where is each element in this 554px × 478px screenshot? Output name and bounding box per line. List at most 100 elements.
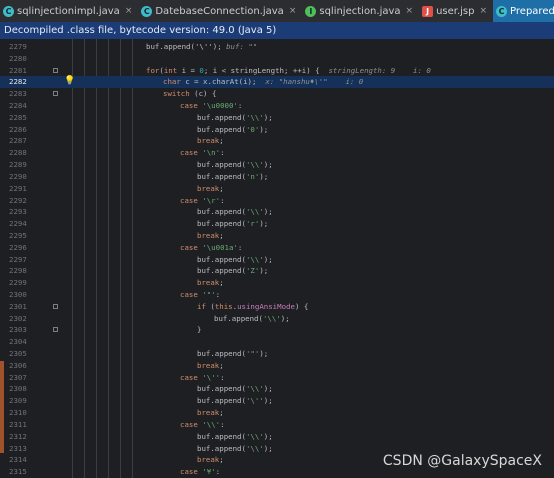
code-token: buf.append(: [197, 219, 246, 229]
code-token: ) {: [294, 301, 309, 311]
lightbulb-icon[interactable]: 💡: [64, 76, 75, 88]
code-token: '\\': [245, 384, 264, 394]
code-token: buf.append(: [197, 171, 246, 181]
line-number: 2308: [9, 384, 27, 394]
fold-marker-icon[interactable]: [53, 327, 58, 333]
fold-marker-icon[interactable]: [53, 91, 58, 97]
code-line[interactable]: 2290 buf.append('n');: [0, 171, 554, 183]
code-token: if: [197, 301, 206, 311]
code-line[interactable]: 2280: [0, 53, 554, 65]
code-line[interactable]: 2296 case '\u001a':: [0, 242, 554, 254]
close-icon[interactable]: ×: [125, 6, 133, 16]
code-token: );: [263, 396, 273, 406]
tab-label: PreparedStatement.class: [510, 5, 554, 17]
line-number: 2298: [9, 266, 27, 276]
code-line[interactable]: 2306 break;: [0, 360, 554, 372]
code-text: buf.append('\\');: [197, 112, 273, 124]
code-token: :: [215, 290, 221, 299]
tab-2[interactable]: Isqlinjection.java ×: [302, 0, 419, 22]
code-line[interactable]: 2304: [0, 336, 554, 348]
code-line[interactable]: 2307 case '\'':: [0, 372, 554, 384]
code-line[interactable]: 2288 case '\n':: [0, 147, 554, 159]
code-line[interactable]: 2281 for(int i = 0; i < stringLength; ++i…: [0, 65, 554, 77]
code-token: :: [237, 242, 243, 252]
code-editor[interactable]: 2279 buf.append('\''); buf: "" 2280 2281 for…: [0, 39, 554, 478]
code-token: (: [205, 301, 215, 311]
code-line[interactable]: 2283 switch (c) {: [0, 88, 554, 100]
tab-0[interactable]: Csqlinjectionimpl.java ×: [0, 0, 138, 22]
code-text: switch (c) {: [163, 88, 216, 100]
code-line[interactable]: 2308 buf.append('\\');: [0, 383, 554, 395]
fold-marker-icon[interactable]: [53, 303, 58, 309]
code-line[interactable]: 2285 buf.append('\\');: [0, 112, 554, 124]
code-token: buf.append(: [197, 431, 246, 441]
editor-tab-bar: Csqlinjectionimpl.java × C DatebaseConnecti…: [0, 0, 554, 23]
tab-1[interactable]: C DatebaseConnection.java ×: [138, 0, 302, 22]
java-class-icon: C: [141, 5, 153, 17]
close-icon[interactable]: ×: [406, 6, 414, 16]
code-line[interactable]: 2293 buf.append('\\');: [0, 206, 554, 218]
tab-3[interactable]: Juser.jsp ×: [419, 0, 493, 22]
tab-4[interactable]: CPreparedStatement.class×: [493, 0, 554, 22]
code-token: '\\': [245, 254, 264, 264]
line-number: 2302: [9, 313, 27, 323]
code-line[interactable]: 2312 buf.append('\\');: [0, 431, 554, 443]
code-line[interactable]: 2297 buf.append('\\');: [0, 254, 554, 266]
close-icon[interactable]: ×: [289, 6, 297, 16]
line-number: 2313: [9, 443, 27, 453]
code-token: :: [215, 467, 221, 477]
code-line[interactable]: 2303}: [0, 324, 554, 336]
code-token: case: [180, 148, 198, 158]
code-line[interactable]: 2300 case '"':: [0, 289, 554, 301]
code-line[interactable]: 2287 break;: [0, 135, 554, 147]
code-line[interactable]: 2294 buf.append('r');: [0, 218, 554, 230]
code-line[interactable]: 2289 buf.append('\\');: [0, 159, 554, 171]
code-text: buf.append('r');: [197, 218, 268, 230]
code-token: '\\': [245, 112, 264, 122]
code-text: buf.append('\\');: [197, 431, 273, 443]
line-number: 2306: [9, 360, 27, 370]
code-token: buf.append(: [197, 160, 246, 170]
code-line[interactable]: 2311 case '\\':: [0, 419, 554, 431]
code-line[interactable]: 2291 break;: [0, 183, 554, 195]
code-line[interactable]: 2279 buf.append('\''); buf: "": [0, 41, 554, 53]
code-line[interactable]: 2310 break;: [0, 407, 554, 419]
code-line[interactable]: 2302 buf.append('\\');: [0, 313, 554, 325]
code-line[interactable]: 2298 buf.append('Z');: [0, 265, 554, 277]
line-number: 2282: [9, 77, 27, 87]
code-token: );: [259, 349, 269, 359]
code-line[interactable]: 2292 case '\r':: [0, 195, 554, 207]
close-icon[interactable]: ×: [480, 6, 488, 16]
current-line[interactable]: 2282 💡 char c = x.charAt(i); x: "hanshu♦\'…: [0, 76, 554, 89]
code-token: i =: [177, 65, 200, 75]
code-token: ;: [219, 455, 224, 465]
code-line[interactable]: 2309 buf.append('\'');: [0, 395, 554, 407]
code-line[interactable]: 2295 break;: [0, 230, 554, 242]
code-line[interactable]: 2286 buf.append('0');: [0, 124, 554, 136]
code-token: buf.append('\'');: [146, 42, 227, 51]
code-token: );: [259, 219, 269, 229]
code-text: case '\r':: [180, 195, 225, 207]
code-token: for: [146, 65, 160, 75]
code-token: case: [180, 467, 198, 477]
code-line[interactable]: 2284 case '\u0000':: [0, 100, 554, 112]
jsp-file-icon: J: [422, 5, 434, 17]
code-line[interactable]: 2299 break;: [0, 277, 554, 289]
code-token: buf.append(: [197, 349, 246, 359]
code-line[interactable]: 2301 if (this.usingAnsiMode) {: [0, 301, 554, 313]
line-number: 2294: [9, 219, 27, 229]
decompiled-banner: Decompiled .class file, bytecode version…: [0, 22, 554, 39]
fold-marker-icon[interactable]: [53, 67, 58, 73]
code-text: case '\\':: [180, 419, 225, 431]
tab-label: DatebaseConnection.java: [155, 5, 284, 17]
code-text: buf.append('\\');: [197, 206, 273, 218]
code-text: case '\u0000':: [180, 100, 242, 112]
code-token: }: [197, 325, 202, 335]
code-text: case '¥':: [180, 466, 220, 478]
code-text: buf.append('\''); buf: "": [146, 41, 257, 53]
code-line[interactable]: 2305 buf.append('"');: [0, 348, 554, 360]
line-number: 2291: [9, 183, 27, 193]
code-text: break;: [197, 135, 224, 147]
line-number: 2284: [9, 101, 27, 111]
line-number: 2293: [9, 207, 27, 217]
